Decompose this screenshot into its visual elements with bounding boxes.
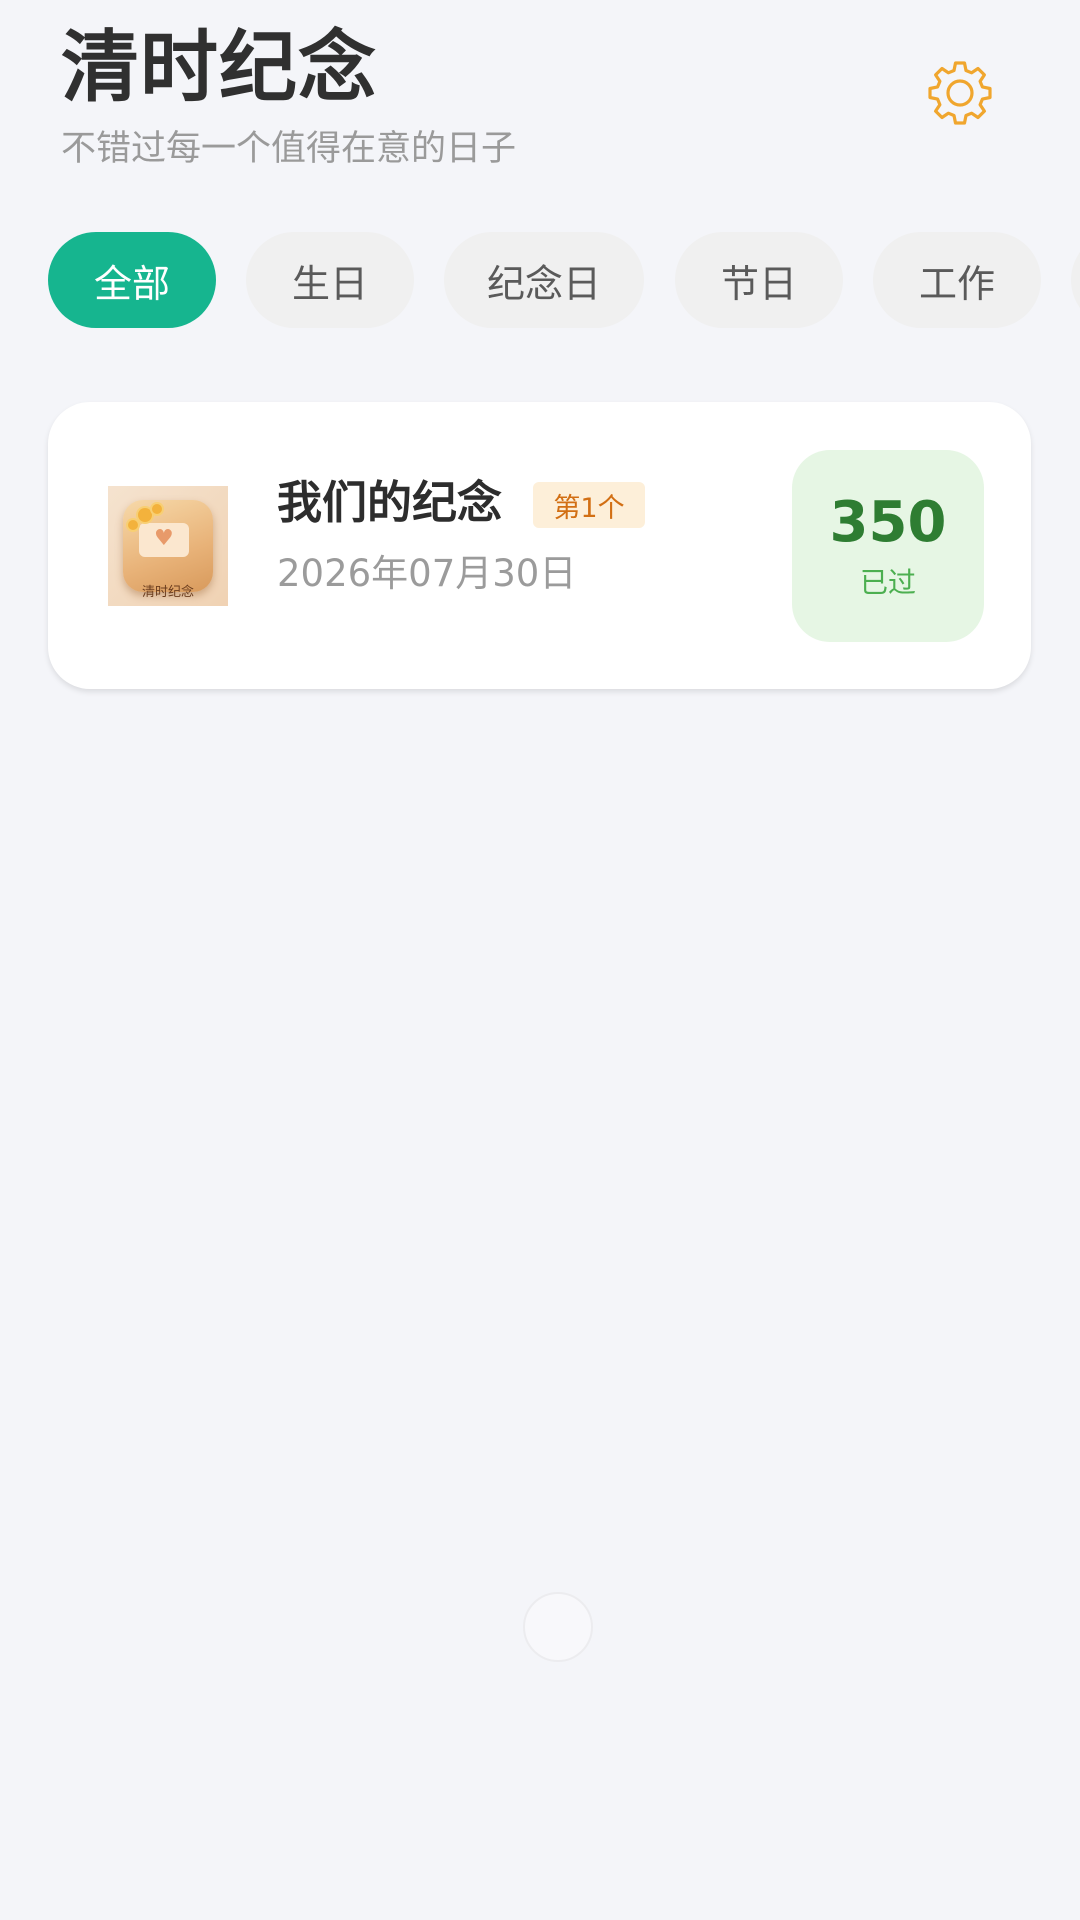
gear-icon: [928, 61, 992, 125]
header: 清时纪念 不错过每一个值得在意的日子: [0, 0, 1080, 200]
tab-more[interactable]: [1071, 232, 1080, 328]
event-title: 我们的纪念: [277, 476, 503, 529]
thumbnail-caption: 清时纪念: [141, 585, 194, 600]
rank-badge: 第1个: [533, 482, 645, 528]
category-tabs: 全部 生日 纪念日 节日 工作: [0, 232, 1080, 330]
settings-button[interactable]: [918, 52, 1002, 136]
tab-holiday[interactable]: 节日: [675, 232, 843, 328]
heart-icon: ♥: [154, 526, 174, 551]
days-label: 已过: [859, 566, 916, 599]
tab-birthday[interactable]: 生日: [246, 232, 414, 328]
floating-circle-button[interactable]: [523, 1592, 593, 1662]
event-card[interactable]: ♥ 清时纪念 我们的纪念 第1个 2026年07月30日 350 已过: [48, 402, 1031, 689]
app-subtitle: 不错过每一个值得在意的日子: [61, 129, 517, 169]
tab-all[interactable]: 全部: [48, 232, 216, 328]
days-count: 350: [829, 490, 947, 555]
flower-icon: [138, 508, 152, 522]
tab-anniversary[interactable]: 纪念日: [444, 232, 644, 328]
app-title: 清时纪念: [61, 23, 378, 113]
flower-icon: [128, 520, 138, 530]
days-count-box: 350 已过: [792, 450, 984, 642]
event-thumbnail: ♥ 清时纪念: [108, 486, 228, 606]
flower-icon: [152, 504, 162, 514]
event-date: 2026年07月30日: [277, 552, 577, 595]
tab-work[interactable]: 工作: [873, 232, 1041, 328]
